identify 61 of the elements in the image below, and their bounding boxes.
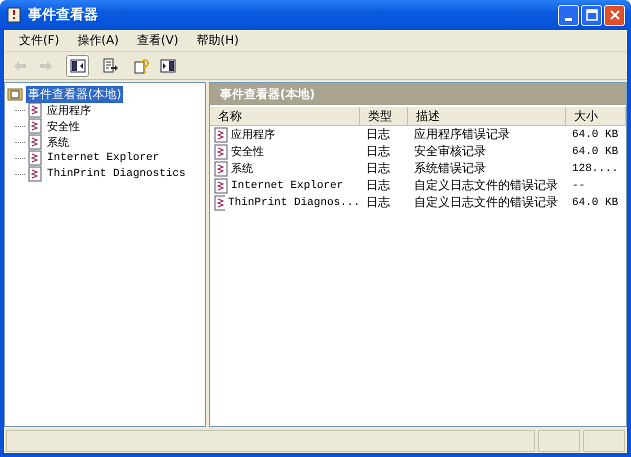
table-cell-text: 128.... bbox=[571, 162, 620, 174]
table-cell-text: 日志 bbox=[365, 160, 391, 177]
pane-title: 事件查看器(本地) bbox=[220, 86, 315, 102]
log-icon bbox=[28, 118, 42, 134]
maximize-icon bbox=[586, 9, 598, 21]
tree-button[interactable] bbox=[66, 54, 89, 76]
table-cell[interactable]: 安全性 bbox=[231, 144, 264, 159]
column-header[interactable]: 名称 bbox=[210, 107, 360, 125]
table-cell[interactable]: 应用程序 bbox=[231, 127, 275, 142]
menu-item[interactable]: 操作(A) bbox=[68, 30, 128, 51]
status-bar-panel bbox=[583, 430, 625, 452]
table-cell-text: 自定义日志文件的错误记录 bbox=[413, 177, 559, 194]
tree-item[interactable]: ThinPrint Diagnostics bbox=[45, 168, 188, 180]
log-icon bbox=[214, 160, 228, 176]
window-title: 事件查看器 bbox=[28, 6, 99, 24]
log-icon bbox=[28, 134, 42, 150]
log-icon bbox=[28, 166, 42, 182]
column-header[interactable]: 描述 bbox=[408, 107, 566, 125]
table-cell-text: 系统错误记录 bbox=[413, 160, 487, 177]
log-icon bbox=[28, 102, 42, 118]
table-cell-text: 日志 bbox=[365, 194, 391, 211]
close-button[interactable] bbox=[604, 4, 625, 26]
tree-item[interactable]: 事件查看器(本地) bbox=[26, 86, 124, 102]
table-cell-text: 日志 bbox=[365, 126, 391, 143]
computer-folder-icon bbox=[7, 86, 23, 102]
table-cell-text: 日志 bbox=[365, 143, 391, 160]
tree-pane-icon bbox=[70, 58, 86, 74]
log-icon bbox=[214, 144, 228, 160]
tree-item[interactable]: 安全性 bbox=[45, 118, 82, 134]
help-icon bbox=[134, 58, 150, 74]
log-icon bbox=[28, 150, 42, 166]
tree-item[interactable]: 系统 bbox=[45, 134, 71, 150]
tree-item[interactable]: 应用程序 bbox=[45, 102, 93, 118]
minimize-button[interactable] bbox=[558, 4, 579, 26]
table-cell[interactable]: ThinPrint Diagnos... bbox=[228, 196, 360, 208]
table-cell-text: 64.0 KB bbox=[571, 128, 620, 140]
log-icon bbox=[214, 194, 225, 210]
column-header[interactable]: 大小 bbox=[566, 107, 626, 125]
tree-item[interactable]: Internet Explorer bbox=[45, 152, 162, 164]
status-bar-panel bbox=[538, 430, 580, 452]
table-cell-text: 应用程序错误记录 bbox=[413, 126, 511, 143]
export-list-icon bbox=[102, 58, 118, 74]
minimize-icon bbox=[565, 18, 572, 20]
column-header[interactable]: 类型 bbox=[360, 107, 408, 125]
menu-item[interactable]: 查看(V) bbox=[128, 30, 188, 51]
table-cell-text: 安全审核记录 bbox=[413, 143, 487, 160]
table-cell-text: 日志 bbox=[365, 177, 391, 194]
log-book-icon bbox=[6, 7, 22, 23]
close-icon bbox=[608, 9, 620, 21]
menu-item[interactable]: 帮助(H) bbox=[187, 30, 248, 51]
table-cell-text: -- bbox=[571, 180, 586, 192]
table-cell-text: 64.0 KB bbox=[571, 146, 620, 158]
table-cell-text: 64.0 KB bbox=[571, 196, 620, 208]
table-cell[interactable]: Internet Explorer bbox=[231, 180, 344, 192]
log-icon bbox=[214, 178, 228, 194]
action-pane-icon bbox=[160, 58, 176, 74]
menu-item[interactable]: 文件(F) bbox=[10, 30, 68, 51]
log-icon bbox=[214, 126, 228, 142]
table-cell[interactable]: 系统 bbox=[231, 161, 253, 176]
table-cell-text: 自定义日志文件的错误记录 bbox=[413, 194, 559, 211]
maximize-button[interactable] bbox=[581, 4, 602, 26]
